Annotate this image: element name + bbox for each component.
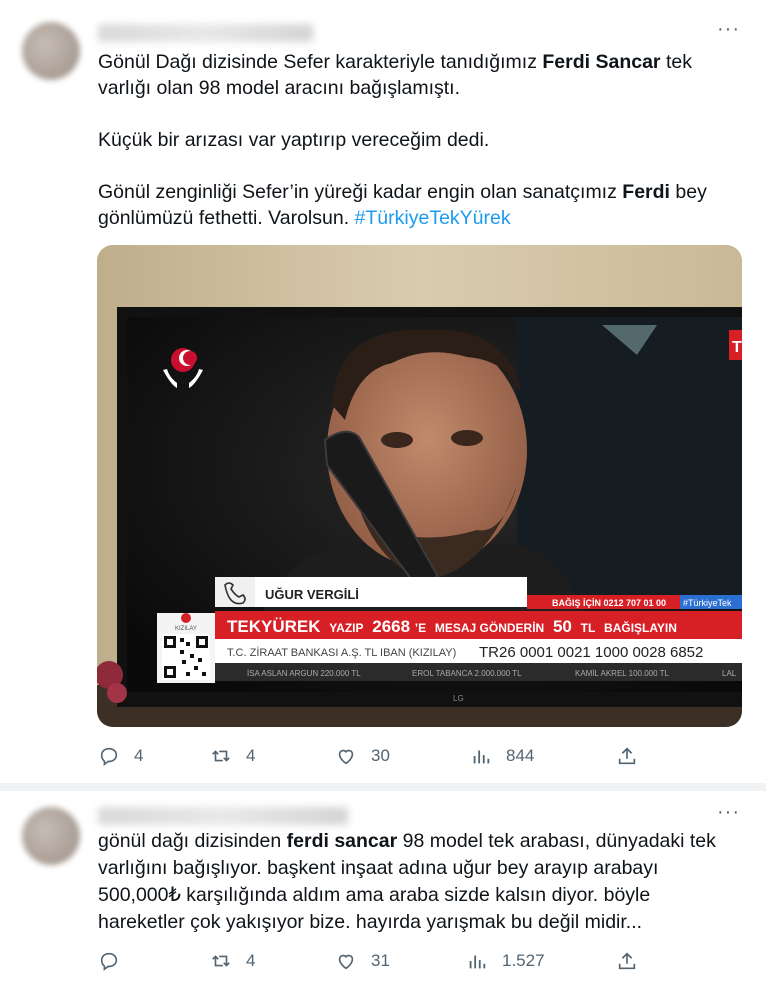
ticker-tl: TL [581, 621, 596, 635]
views-icon [473, 750, 490, 764]
reply-icon [100, 747, 118, 766]
ticker-suffix: ’E [415, 621, 426, 635]
views-count: 1.527 [502, 951, 545, 970]
ticker-mesaj: MESAJ GÖNDERİN [435, 620, 544, 635]
qr-code [162, 634, 210, 680]
like-icon [338, 954, 354, 970]
ticker-amount: 50 [553, 617, 572, 636]
tweet-text-part: gönül dağı dizisinden [98, 830, 287, 852]
share-button[interactable] [616, 946, 652, 976]
like-icon [338, 749, 354, 765]
more-options-icon[interactable]: ··· [717, 18, 740, 41]
views-button[interactable]: 1.527 [466, 946, 545, 976]
tweet-actions: 4 31 1.527 [98, 946, 658, 976]
tweet-text-part: Gönül zenginliği Sefer’in yüreği kadar e… [98, 181, 623, 203]
donation-phone: BAĞIŞ İÇİN 0212 707 01 00 [552, 597, 666, 608]
like-count: 31 [371, 951, 390, 970]
retweet-button[interactable]: 4 [210, 741, 255, 771]
views-button[interactable]: 844 [470, 741, 534, 771]
retweet-count: 4 [246, 746, 256, 765]
reply-button[interactable]: 4 [98, 741, 143, 771]
retweet-button[interactable]: 4 [210, 946, 255, 976]
hashtag-link[interactable]: #TürkiyeTekYürek [355, 207, 511, 229]
views-icon [469, 955, 486, 969]
ticker-bagis: BAĞIŞLAYIN [604, 620, 677, 635]
tweet-photo[interactable]: T UĞUR VERGİLİ BAĞIŞ İÇİN 0212 707 01 00… [97, 245, 742, 727]
donor-3: KAMİL AKREL 100.000 TL [575, 669, 670, 678]
bold-name: Ferdi Sancar [542, 51, 661, 73]
share-icon [618, 747, 636, 765]
tweet-text: gönül dağı dizisinden ferdi sancar 98 mo… [98, 828, 738, 936]
reply-button[interactable] [98, 946, 134, 976]
like-count: 30 [371, 746, 390, 765]
share-button[interactable] [616, 741, 652, 771]
like-button[interactable]: 30 [335, 741, 390, 771]
ticker-yazip: YAZIP [329, 621, 363, 635]
avatar[interactable] [22, 22, 80, 80]
tweet-1[interactable]: ··· Gönül Dağı dizisinde Sefer karakteri… [0, 0, 766, 784]
author-name-blurred[interactable] [98, 24, 313, 42]
views-count: 844 [506, 746, 535, 765]
tv-photo-illustration: T UĞUR VERGİLİ BAĞIŞ İÇİN 0212 707 01 00… [97, 245, 742, 727]
tv-hashtag: #TürkiyeTek [683, 598, 732, 608]
retweet-count: 4 [246, 951, 256, 970]
tweet-text-part: Gönül Dağı dizisinde Sefer karakteriyle … [98, 51, 543, 73]
caller-name: UĞUR VERGİLİ [265, 587, 359, 602]
like-button[interactable]: 31 [335, 946, 390, 976]
donor-4: LAL [722, 669, 737, 678]
bank-label: T.C. ZİRAAT BANKASI A.Ş. TL IBAN (KIZILA… [227, 646, 456, 659]
retweet-icon [212, 750, 230, 762]
reply-icon [100, 952, 118, 971]
tv-red-tab: T [732, 339, 742, 356]
retweet-icon [212, 955, 230, 967]
iban-number: TR26 0001 0021 1000 0028 6852 [479, 644, 703, 661]
tv-brand: LG [453, 694, 464, 703]
kizilay-label: KIZILAY [175, 626, 197, 632]
bold-name: ferdi sancar [286, 830, 398, 852]
tweet-2[interactable]: ··· gönül dağı dizisinden ferdi sancar 9… [0, 791, 766, 1000]
tweet-text: Gönül Dağı dizisinde Sefer karakteriyle … [98, 49, 748, 257]
tweet-actions: 4 4 30 844 [98, 741, 658, 771]
bold-name: Ferdi [622, 181, 670, 203]
avatar[interactable] [22, 807, 80, 865]
tweet-separator [0, 783, 766, 791]
share-icon [618, 952, 636, 970]
more-options-icon[interactable]: ··· [717, 801, 740, 824]
ticker-code: 2668 [372, 617, 410, 636]
author-name-blurred[interactable] [98, 807, 348, 825]
tweet-paragraph: Küçük bir arızası var yaptırıp vereceğim… [98, 129, 490, 151]
ticker-main: TEKYÜREK [227, 617, 321, 636]
reply-count: 4 [134, 746, 144, 765]
donor-2: EROL TABANCA 2.000.000 TL [412, 669, 522, 678]
donor-1: İSA ASLAN ARGUN 220.000 TL [247, 669, 361, 678]
